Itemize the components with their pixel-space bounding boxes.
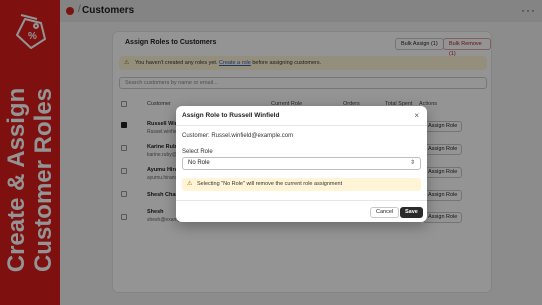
modal-header: Assign Role to Russell Winfield × [176,106,427,126]
warning-triangle-icon: ⚠ [187,181,193,187]
role-select-value: No Role [188,160,210,166]
close-icon[interactable]: × [414,111,419,120]
no-role-warning: ⚠ Selecting "No Role" will remove the cu… [182,178,421,191]
modal-footer: Cancel Save [176,200,427,222]
role-select[interactable]: No Role ⇕ [182,157,421,170]
cancel-button[interactable]: Cancel [370,207,400,218]
no-role-warning-text: Selecting "No Role" will remove the curr… [197,181,343,187]
select-role-label: Select Role [182,149,213,155]
chevron-updown-icon: ⇕ [409,160,415,166]
save-button[interactable]: Save [400,207,423,218]
modal-title: Assign Role to Russell Winfield [182,112,280,119]
assign-role-modal: Assign Role to Russell Winfield × Custom… [176,106,427,222]
modal-customer-email: Customer: Russel.winfield@example.com [182,133,294,139]
